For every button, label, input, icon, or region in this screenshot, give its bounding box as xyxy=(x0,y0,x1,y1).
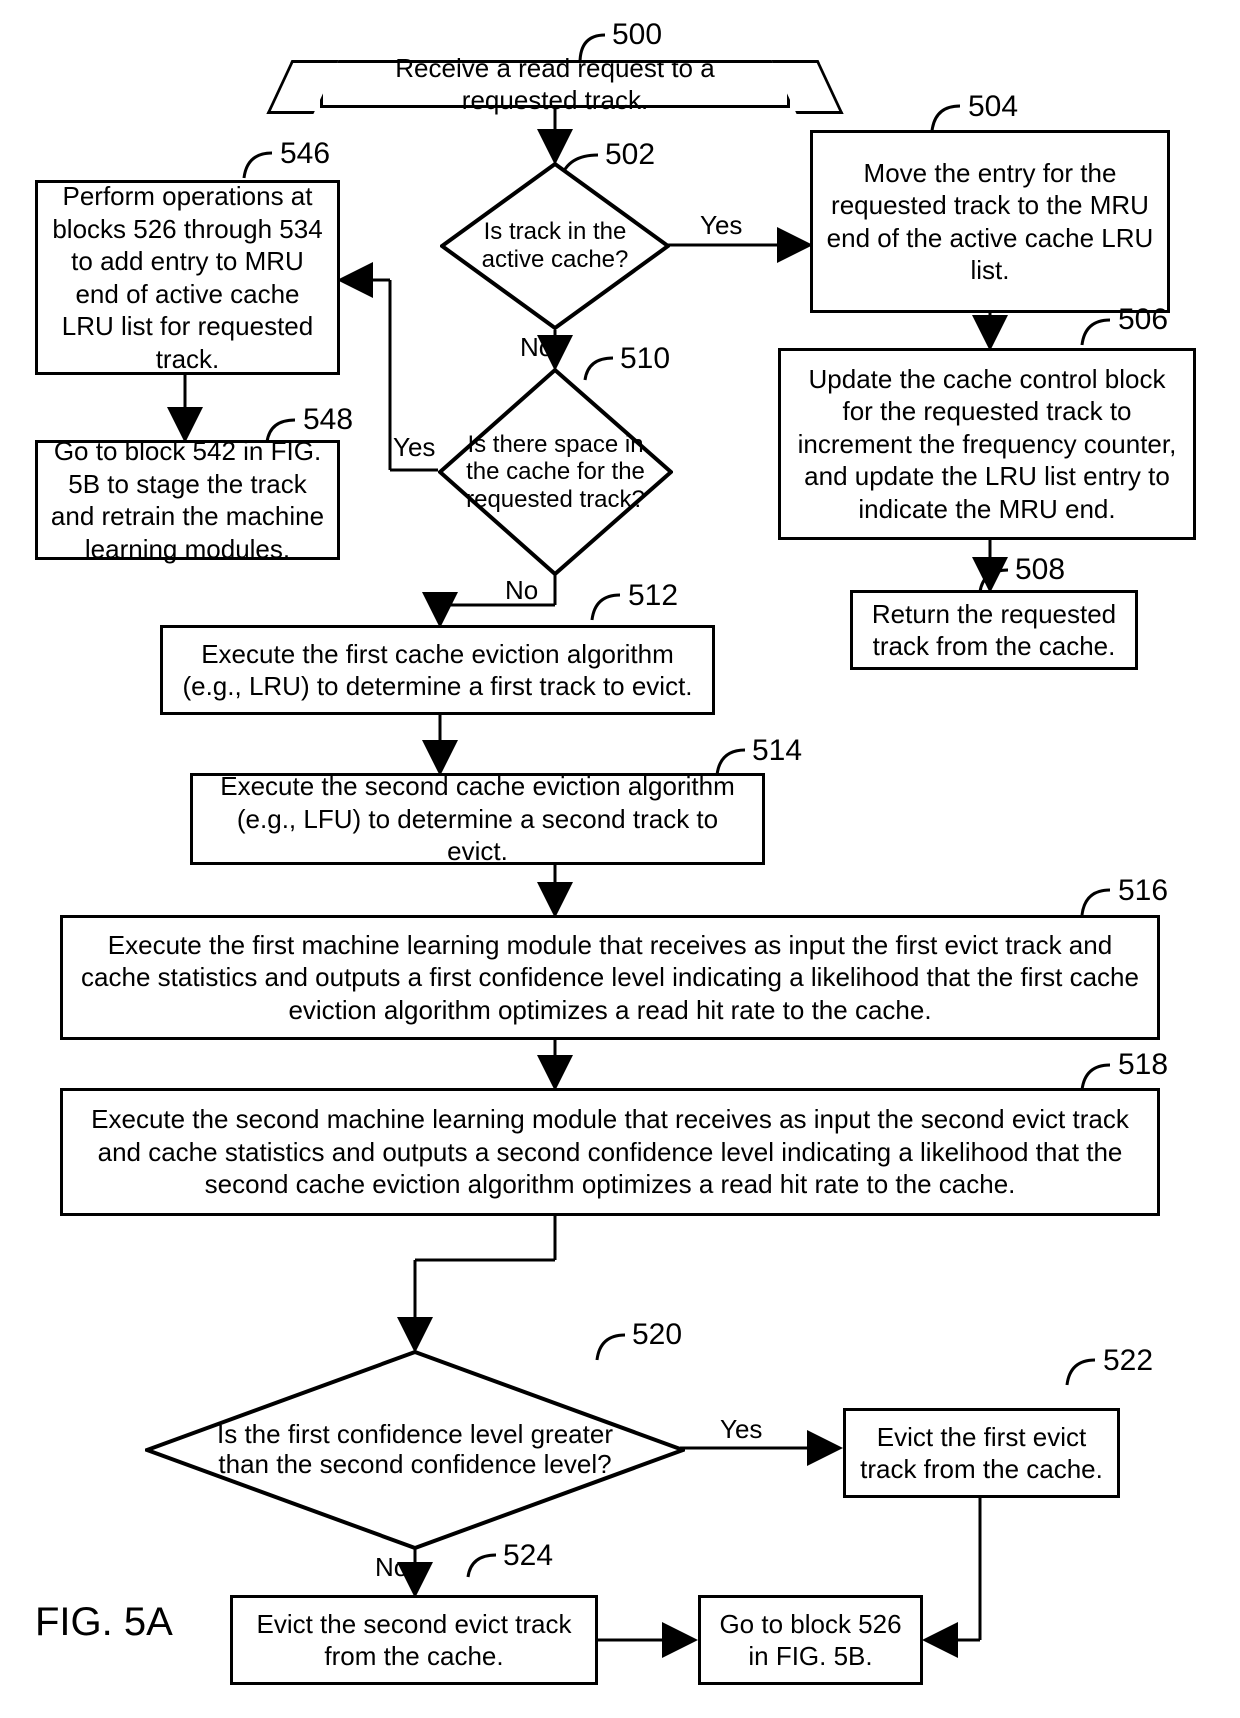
edge-510-yes: Yes xyxy=(393,432,435,463)
node-526-link: Go to block 526 in FIG. 5B. xyxy=(698,1595,923,1685)
node-522-text: Evict the first evict track from the cac… xyxy=(858,1421,1105,1486)
node-548-text: Go to block 542 in FIG. 5B to stage the … xyxy=(50,435,325,565)
node-548: Go to block 542 in FIG. 5B to stage the … xyxy=(35,440,340,560)
node-516: Execute the first machine learning modul… xyxy=(60,915,1160,1040)
ref-548: 548 xyxy=(303,403,353,437)
node-526-link-text: Go to block 526 in FIG. 5B. xyxy=(713,1608,908,1673)
node-512-text: Execute the first cache eviction algorit… xyxy=(175,638,700,703)
ref-506: 506 xyxy=(1118,303,1168,337)
node-504: Move the entry for the requested track t… xyxy=(810,130,1170,313)
node-508: Return the requested track from the cach… xyxy=(850,590,1138,670)
edge-502-no: No xyxy=(520,332,553,363)
node-506: Update the cache control block for the r… xyxy=(778,348,1196,540)
ref-546: 546 xyxy=(280,137,330,171)
node-502-decision: Is track in the active cache? xyxy=(440,162,670,330)
node-514-text: Execute the second cache eviction algori… xyxy=(205,770,750,868)
node-520-text: Is the first confidence level greater th… xyxy=(145,1350,685,1550)
node-512: Execute the first cache eviction algorit… xyxy=(160,625,715,715)
node-516-text: Execute the first machine learning modul… xyxy=(75,929,1145,1027)
node-502-text: Is track in the active cache? xyxy=(440,162,670,330)
node-522: Evict the first evict track from the cac… xyxy=(843,1408,1120,1498)
node-500-text: Receive a read request to a requested tr… xyxy=(371,52,739,117)
edge-520-yes: Yes xyxy=(720,1414,762,1445)
ref-514: 514 xyxy=(752,734,802,768)
node-506-text: Update the cache control block for the r… xyxy=(793,363,1181,526)
ref-518: 518 xyxy=(1118,1048,1168,1082)
node-510-text: Is there space in the cache for the requ… xyxy=(438,368,673,576)
node-510-decision: Is there space in the cache for the requ… xyxy=(438,368,673,576)
edge-502-yes: Yes xyxy=(700,210,742,241)
ref-510: 510 xyxy=(620,342,670,376)
node-520-decision: Is the first confidence level greater th… xyxy=(145,1350,685,1550)
ref-520: 520 xyxy=(632,1318,682,1352)
ref-524: 524 xyxy=(503,1539,553,1573)
ref-504: 504 xyxy=(968,90,1018,124)
ref-512: 512 xyxy=(628,579,678,613)
node-524: Evict the second evict track from the ca… xyxy=(230,1595,598,1685)
ref-522: 522 xyxy=(1103,1344,1153,1378)
ref-516: 516 xyxy=(1118,874,1168,908)
edge-510-no: No xyxy=(505,575,538,606)
ref-508: 508 xyxy=(1015,553,1065,587)
node-504-text: Move the entry for the requested track t… xyxy=(825,157,1155,287)
node-546-text: Perform operations at blocks 526 through… xyxy=(50,180,325,375)
node-546: Perform operations at blocks 526 through… xyxy=(35,180,340,375)
node-508-text: Return the requested track from the cach… xyxy=(865,598,1123,663)
edge-520-no: No xyxy=(375,1552,408,1583)
ref-502: 502 xyxy=(605,138,655,172)
node-518-text: Execute the second machine learning modu… xyxy=(75,1103,1145,1201)
figure-label: FIG. 5A xyxy=(35,1600,173,1645)
ref-500: 500 xyxy=(612,18,662,52)
node-518: Execute the second machine learning modu… xyxy=(60,1088,1160,1216)
node-524-text: Evict the second evict track from the ca… xyxy=(245,1608,583,1673)
node-500-terminator: Receive a read request to a requested tr… xyxy=(320,60,790,108)
node-514: Execute the second cache eviction algori… xyxy=(190,773,765,865)
